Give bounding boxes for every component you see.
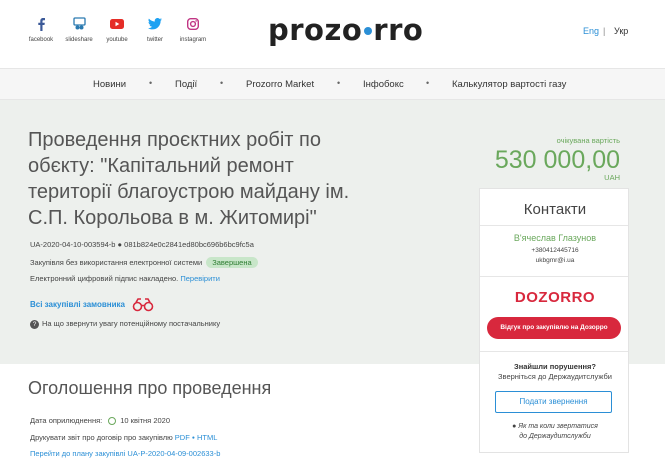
- nav-separator: •: [337, 78, 341, 88]
- twitter-icon: [148, 14, 162, 34]
- social-youtube[interactable]: youtube: [98, 14, 136, 43]
- nav-separator: •: [149, 78, 153, 88]
- signature-line: Електронний цифровий підпис накладено. П…: [30, 274, 220, 283]
- site-header: facebook slideshare youtube twitter inst…: [0, 0, 665, 68]
- procedure-line: Закупівля без використання електронної с…: [30, 257, 258, 268]
- verify-signature-link[interactable]: Перевірити: [180, 274, 220, 283]
- violations-title: Знайшли порушення?: [514, 362, 596, 371]
- social-facebook[interactable]: facebook: [22, 14, 60, 43]
- facebook-icon: [35, 14, 47, 34]
- nav-separator: •: [426, 78, 430, 88]
- dozorro-review-button[interactable]: Відгук про закупівлю на Дозорро: [487, 317, 621, 339]
- nav-separator: •: [220, 78, 224, 88]
- print-report-line: Друкувати звіт про договір про закупівлю…: [30, 433, 217, 442]
- social-label: youtube: [106, 37, 128, 43]
- clock-icon: [108, 417, 117, 426]
- howto-line1: Як та коли звертатися: [518, 423, 598, 430]
- announcement-title: Оголошення про проведення: [28, 378, 272, 398]
- supplier-hint-link[interactable]: ? На що звернути увагу потенційному поста…: [30, 319, 220, 329]
- status-badge: Завершена: [206, 257, 258, 268]
- slideshare-icon: [72, 14, 86, 34]
- print-html-link[interactable]: HTML: [197, 433, 217, 442]
- pub-date-label: Дата оприлюднення:: [30, 416, 103, 425]
- expected-value-currency: UAH: [604, 173, 620, 182]
- contacts-panel: Контакти В'ячеслав Глазунов +38041244571…: [479, 188, 629, 453]
- hint-text: На що звернути увагу потенційному постач…: [42, 319, 221, 328]
- divider: [480, 225, 628, 226]
- youtube-icon: [110, 14, 124, 34]
- social-links: facebook slideshare youtube twitter inst…: [22, 14, 212, 43]
- divider: [480, 351, 628, 352]
- tender-id: UA-2020-04-10-003594-b ● 081b824e0c2841e…: [30, 240, 254, 249]
- pub-date-value: 10 квітня 2020: [120, 416, 171, 425]
- print-separator: ●: [191, 435, 195, 442]
- contact-email[interactable]: ukbgmr@i.ua: [480, 257, 630, 264]
- expected-value-label: очікувана вартість: [556, 136, 620, 145]
- nav-item-market[interactable]: Prozorro Market: [246, 79, 314, 90]
- nav-item-news[interactable]: Новини: [93, 79, 126, 90]
- publication-date: Дата оприлюднення: 10 квітня 2020: [30, 416, 171, 426]
- lang-ukr-link[interactable]: Укр: [614, 26, 628, 36]
- procedure-type: Закупівля без використання електронної с…: [30, 258, 203, 267]
- all-buyer-purchases-link[interactable]: Всі закупівлі замовника: [30, 300, 125, 309]
- social-label: instagram: [179, 37, 207, 43]
- contact-phone: +380412445716: [531, 247, 579, 254]
- nav-item-events[interactable]: Події: [175, 79, 197, 90]
- social-slideshare[interactable]: slideshare: [60, 14, 98, 43]
- logo-dot: [364, 26, 373, 35]
- expected-value-amount: 530 000,00: [494, 146, 620, 174]
- prozorro-logo[interactable]: prozo rro: [268, 13, 423, 47]
- question-icon: ?: [30, 319, 39, 329]
- print-text: Друкувати звіт про договір про закупівлю: [30, 433, 173, 442]
- nav-item-gas-calculator[interactable]: Калькулятор вартості газу: [452, 79, 566, 90]
- howto-appeal-link[interactable]: ● Як та коли звертатися: [480, 423, 630, 430]
- lang-eng-link[interactable]: Eng: [583, 26, 599, 36]
- submit-appeal-button[interactable]: Подати звернення: [495, 391, 612, 413]
- divider: [480, 276, 628, 277]
- nav-item-infobox[interactable]: Інфобокс: [363, 79, 404, 90]
- social-instagram[interactable]: instagram: [174, 14, 212, 43]
- signature-text: Електронний цифровий підпис накладено.: [30, 274, 179, 283]
- contact-name: В'ячеслав Глазунов: [513, 233, 597, 243]
- howto-appeal-link-line2[interactable]: до Держаудитслужби: [480, 433, 630, 440]
- lang-separator: |: [603, 26, 606, 36]
- instagram-icon: [187, 14, 199, 34]
- dozorro-logo: DOZORRO: [514, 289, 596, 306]
- violations-subtitle: Зверніться до Держаудитслужби: [498, 372, 612, 381]
- social-twitter[interactable]: twitter: [136, 14, 174, 43]
- tender-title: Проведення проєктних робіт по обєкту: "К…: [28, 129, 350, 229]
- social-label: twitter: [146, 37, 163, 43]
- social-label: slideshare: [65, 37, 93, 43]
- logo-text-left: prozo: [268, 13, 363, 47]
- procurement-plan-link[interactable]: Перейти до плану закупівлі UA-P-2020-04-…: [30, 449, 220, 458]
- print-pdf-link[interactable]: PDF: [175, 433, 190, 442]
- logo-text-right: rro: [373, 13, 424, 47]
- contacts-title: Контакти: [523, 201, 587, 218]
- social-label: facebook: [28, 37, 54, 43]
- binoculars-icon[interactable]: [132, 298, 154, 317]
- main-nav: Новини • Події • Prozorro Market • Інфоб…: [0, 68, 665, 100]
